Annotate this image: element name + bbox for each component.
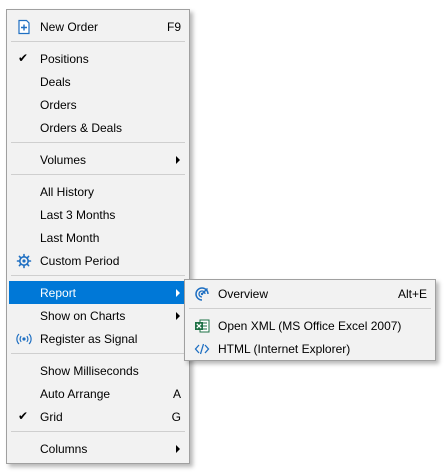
menu-separator [11, 275, 185, 276]
menu-item-show-on-charts[interactable]: Show on Charts [9, 304, 187, 327]
html-code-icon [194, 341, 210, 357]
menu-item-label: Report [40, 286, 77, 300]
menu-item-orders[interactable]: Orders [9, 93, 187, 116]
menu-separator [11, 41, 185, 42]
menu-item-report[interactable]: Report [9, 281, 187, 304]
menu-item-last-3-months[interactable]: Last 3 Months [9, 203, 187, 226]
new-order-icon [16, 19, 32, 35]
report-submenu: Overview Alt+E Open XML (MS Office Excel… [184, 279, 436, 361]
menu-item-label: Show Milliseconds [40, 364, 139, 378]
submenu-arrow-icon [176, 289, 180, 297]
menu-item-label: Last Month [40, 231, 100, 245]
shortcut-label: Alt+E [397, 287, 427, 301]
menu-item-label: Show on Charts [40, 309, 126, 323]
menu-item-label: New Order [40, 20, 99, 34]
menu-item-label: Auto Arrange [40, 387, 111, 401]
menu-item-orders-deals[interactable]: Orders & Deals [9, 116, 187, 139]
menu-item-html[interactable]: HTML (Internet Explorer) [187, 337, 433, 360]
menu-separator [11, 174, 185, 175]
menu-item-all-history[interactable]: All History [9, 180, 187, 203]
submenu-arrow-icon [176, 156, 180, 164]
menu-item-label: Orders & Deals [40, 121, 123, 135]
menu-item-positions[interactable]: ✔ Positions [9, 47, 187, 70]
shortcut-label: F9 [166, 20, 181, 34]
menu-item-label: Overview [218, 287, 269, 301]
menu-item-label: Open XML (MS Office Excel 2007) [218, 319, 402, 333]
menu-item-label: Volumes [40, 153, 87, 167]
menu-item-new-order[interactable]: New Order F9 [9, 15, 187, 38]
menu-item-label: Deals [40, 75, 71, 89]
menu-item-label: HTML (Internet Explorer) [218, 342, 351, 356]
menu-item-show-milliseconds[interactable]: Show Milliseconds [9, 359, 187, 382]
overview-icon [194, 286, 210, 302]
gear-icon [16, 253, 32, 269]
menu-item-grid[interactable]: ✔ Grid G [9, 405, 187, 428]
menu-item-label: Last 3 Months [40, 208, 116, 222]
menu-item-volumes[interactable]: Volumes [9, 148, 187, 171]
menu-separator [11, 353, 185, 354]
signal-icon [16, 331, 32, 347]
menu-item-overview[interactable]: Overview Alt+E [187, 282, 433, 305]
menu-item-columns[interactable]: Columns [9, 437, 187, 460]
menu-separator [11, 142, 185, 143]
shortcut-label: A [172, 387, 181, 401]
menu-item-label: Columns [40, 442, 88, 456]
menu-separator [189, 308, 431, 309]
menu-item-label: Positions [40, 52, 89, 66]
checkmark-icon: ✔ [18, 409, 29, 423]
submenu-arrow-icon [176, 312, 180, 320]
menu-item-label: Register as Signal [40, 332, 138, 346]
menu-item-deals[interactable]: Deals [9, 70, 187, 93]
checkmark-icon: ✔ [18, 51, 29, 65]
menu-item-last-month[interactable]: Last Month [9, 226, 187, 249]
submenu-arrow-icon [176, 445, 180, 453]
menu-item-label: All History [40, 185, 95, 199]
menu-item-custom-period[interactable]: Custom Period [9, 249, 187, 272]
menu-separator [11, 431, 185, 432]
menu-item-open-xml[interactable]: Open XML (MS Office Excel 2007) [187, 314, 433, 337]
menu-item-label: Custom Period [40, 254, 120, 268]
context-menu: New Order F9 ✔ Positions Deals Orders Or… [6, 9, 190, 464]
menu-item-register-signal[interactable]: Register as Signal [9, 327, 187, 350]
shortcut-label: G [171, 410, 181, 424]
excel-icon [194, 318, 210, 334]
menu-item-label: Grid [40, 410, 63, 424]
menu-item-auto-arrange[interactable]: Auto Arrange A [9, 382, 187, 405]
menu-item-label: Orders [40, 98, 77, 112]
